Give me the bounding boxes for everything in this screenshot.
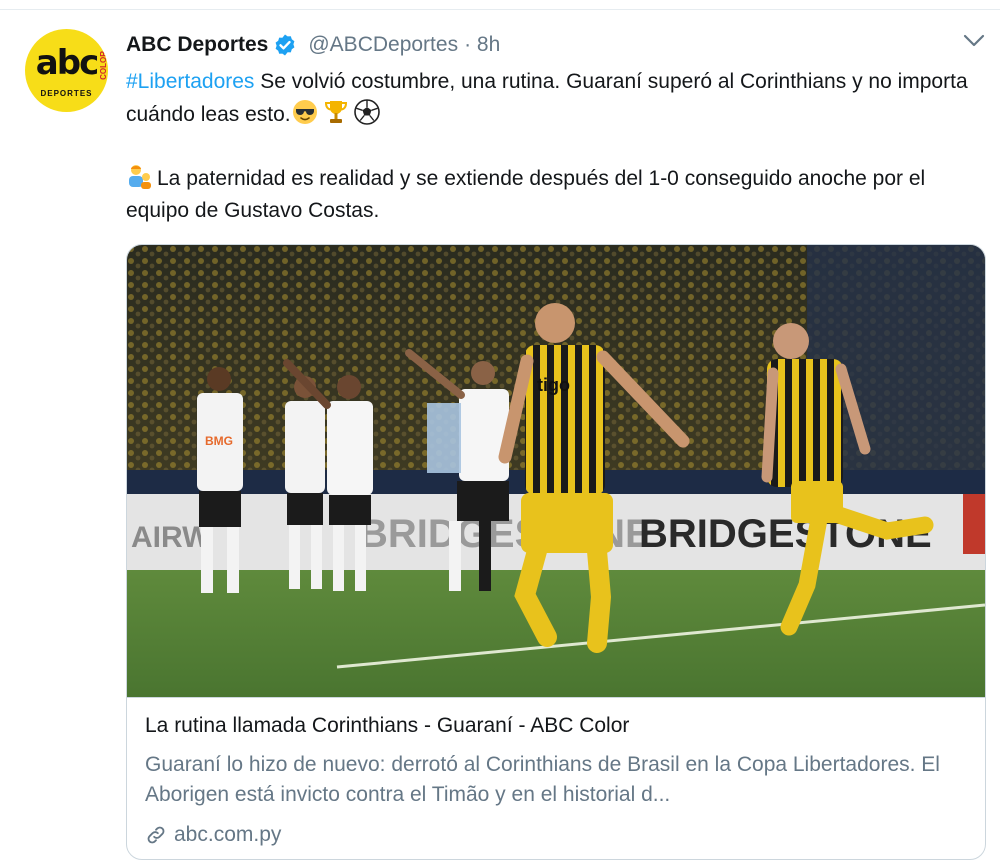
link-preview-card[interactable]: AIRW BRIDGESTONE BRIDGESTONE BMG tigo La… [126,244,986,860]
card-domain[interactable]: abc.com.py [145,823,281,847]
avatar[interactable]: abc COLOR DEPORTES [25,29,108,112]
author-handle[interactable]: @ABCDeportes [308,33,458,57]
top-divider [0,9,1000,10]
tweet-line2-text: La paternidad es realidad y se extiende … [126,167,926,222]
soccer-ball-emoji [353,98,380,125]
hashtag-link[interactable]: #Libertadores [126,70,254,93]
card-meta[interactable]: La rutina llamada Corinthians - Guaraní … [127,697,985,859]
family-emoji [129,165,151,189]
match-photo[interactable]: AIRW BRIDGESTONE BRIDGESTONE BMG tigo [127,245,985,697]
card-description: Guaraní lo hizo de nuevo: derrotó al Cor… [145,753,940,806]
card-title[interactable]: La rutina llamada Corinthians - Guaraní … [145,714,629,738]
author-name[interactable]: ABC Deportes [126,33,268,57]
link-icon [147,826,165,844]
tweet-time[interactable]: · 8h [464,33,500,57]
tweet-text: #Libertadores Se volvió costumbre, una r… [126,66,986,226]
logo-sub-text: DEPORTES [40,89,93,98]
tweet-paragraph-1: #Libertadores Se volvió costumbre, una r… [126,66,986,130]
sponsor-home-text: BMG [205,434,233,448]
logo-tag-text: COLOR [99,51,108,80]
verified-badge-icon [275,34,295,56]
referee [427,403,461,473]
tweet-header: ABC Deportes @ABCDeportes · 8h [126,30,500,60]
logo-main-text: abc [35,43,99,83]
trophy-emoji [324,100,347,123]
sunglasses-emoji [292,99,317,124]
tweet-paragraph-2: La paternidad es realidad y se extiende … [126,162,986,226]
sponsor-away-text: tigo [537,375,570,395]
card-domain-text: abc.com.py [174,823,282,846]
chevron-down-icon[interactable] [962,32,986,50]
